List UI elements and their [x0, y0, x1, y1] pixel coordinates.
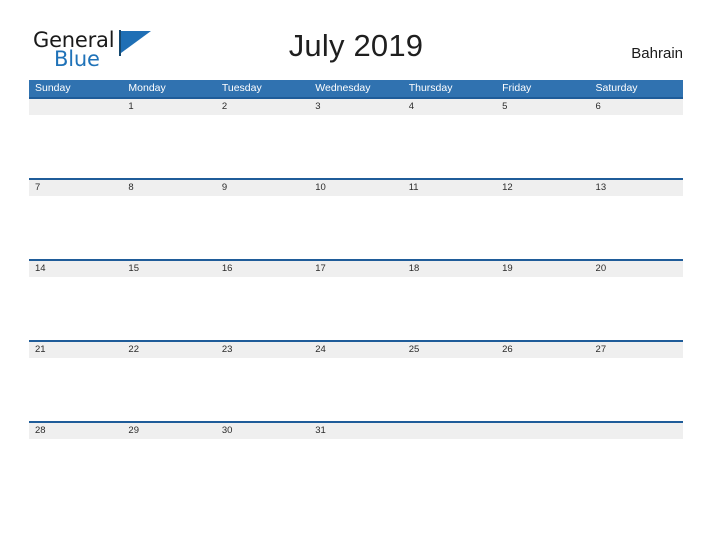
day-cell[interactable]: 8: [122, 180, 215, 196]
day-cell[interactable]: 1: [122, 99, 215, 115]
day-cell[interactable]: 4: [403, 99, 496, 115]
day-cell[interactable]: 14: [29, 261, 122, 277]
day-cell[interactable]: 3: [309, 99, 402, 115]
week-date-band: 28 29 30 31: [29, 421, 683, 439]
calendar-grid: Sunday Monday Tuesday Wednesday Thursday…: [29, 80, 683, 502]
day-cell[interactable]: 21: [29, 342, 122, 358]
page-title: July 2019: [288, 28, 424, 63]
day-cell[interactable]: 24: [309, 342, 402, 358]
week-notes-area[interactable]: [29, 196, 683, 259]
week-date-band: 21 22 23 24 25 26 27: [29, 340, 683, 358]
calendar-week-row: 21 22 23 24 25 26 27: [29, 340, 683, 421]
weekday-header-tuesday: Tuesday: [221, 82, 262, 94]
weekday-header-row: Sunday Monday Tuesday Wednesday Thursday…: [29, 80, 683, 97]
day-cell[interactable]: [403, 423, 496, 439]
country-label: Bahrain: [631, 45, 683, 62]
day-cell[interactable]: 31: [309, 423, 402, 439]
day-cell[interactable]: 26: [496, 342, 589, 358]
calendar-week-row: 28 29 30 31: [29, 421, 683, 502]
week-date-band: 7 8 9 10 11 12 13: [29, 178, 683, 196]
weekday-header-thursday: Thursday: [408, 82, 453, 94]
day-cell[interactable]: 13: [590, 180, 683, 196]
weekday-header-friday: Friday: [502, 82, 532, 94]
day-cell[interactable]: 16: [216, 261, 309, 277]
day-cell[interactable]: 22: [122, 342, 215, 358]
day-cell[interactable]: 6: [590, 99, 683, 115]
calendar-week-row: 7 8 9 10 11 12 13: [29, 178, 683, 259]
week-date-band: 14 15 16 17 18 19 20: [29, 259, 683, 277]
day-cell[interactable]: 19: [496, 261, 589, 277]
day-cell[interactable]: 25: [403, 342, 496, 358]
page-header: General Blue July 2019 Bahrain: [0, 0, 712, 80]
weekday-header-monday: Monday: [128, 82, 166, 94]
calendar-week-row: 1 2 3 4 5 6: [29, 97, 683, 178]
calendar-week-row: 14 15 16 17 18 19 20: [29, 259, 683, 340]
day-cell[interactable]: 10: [309, 180, 402, 196]
weekday-header-wednesday: Wednesday: [315, 82, 371, 94]
day-cell[interactable]: 5: [496, 99, 589, 115]
day-cell[interactable]: [590, 423, 683, 439]
day-cell[interactable]: 23: [216, 342, 309, 358]
day-cell[interactable]: 11: [403, 180, 496, 196]
day-cell[interactable]: 18: [403, 261, 496, 277]
week-date-band: 1 2 3 4 5 6: [29, 97, 683, 115]
day-cell[interactable]: 17: [309, 261, 402, 277]
week-notes-area[interactable]: [29, 439, 683, 502]
day-cell[interactable]: 15: [122, 261, 215, 277]
day-cell[interactable]: [496, 423, 589, 439]
day-cell[interactable]: 29: [122, 423, 215, 439]
week-notes-area[interactable]: [29, 277, 683, 340]
day-cell[interactable]: [29, 99, 122, 115]
week-notes-area[interactable]: [29, 115, 683, 178]
day-cell[interactable]: 9: [216, 180, 309, 196]
day-cell[interactable]: 7: [29, 180, 122, 196]
week-notes-area[interactable]: [29, 358, 683, 421]
weekday-header-sunday: Sunday: [35, 82, 71, 94]
day-cell[interactable]: 12: [496, 180, 589, 196]
day-cell[interactable]: 20: [590, 261, 683, 277]
day-cell[interactable]: 27: [590, 342, 683, 358]
day-cell[interactable]: 28: [29, 423, 122, 439]
day-cell[interactable]: 2: [216, 99, 309, 115]
day-cell[interactable]: 30: [216, 423, 309, 439]
weekday-header-saturday: Saturday: [595, 82, 638, 94]
